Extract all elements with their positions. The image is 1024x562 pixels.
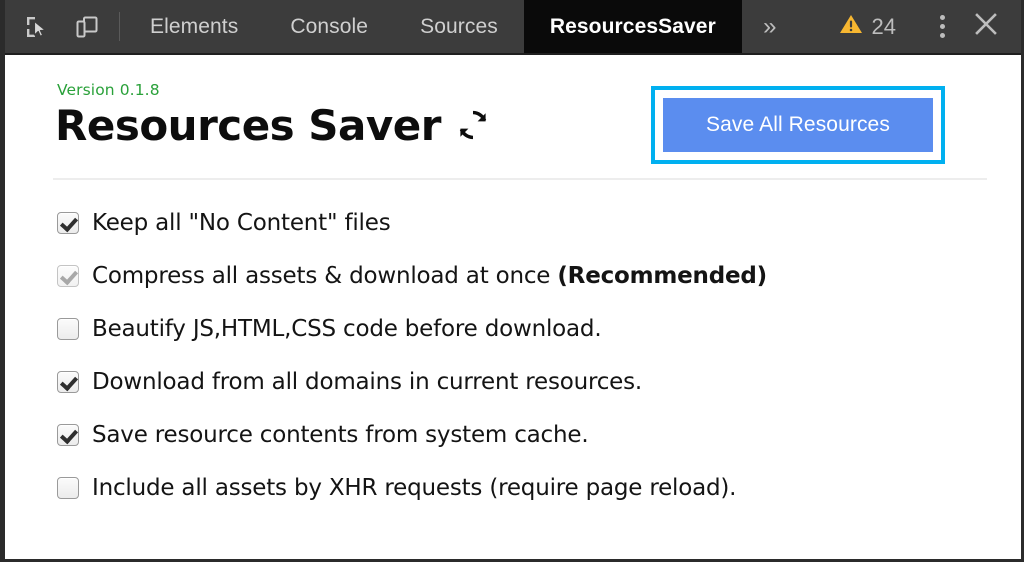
option-label-compress-text: Compress all assets & download at once [92, 262, 558, 289]
devtools-window: Elements Console Sources ResourcesSaver … [0, 0, 1024, 562]
option-label-keep-no-content-files: Keep all "No Content" files [92, 209, 391, 236]
option-label-compress-all-assets: Compress all assets & download at once (… [92, 263, 767, 289]
close-devtools-button[interactable] [963, 5, 1009, 49]
checkbox-save-from-system-cache[interactable] [57, 423, 79, 446]
checkbox-compress-all-assets[interactable] [57, 264, 79, 287]
tab-resourcessaver-label: ResourcesSaver [549, 14, 716, 38]
panel-header: Version 0.1.8 Resources Saver Save All R… [5, 55, 1021, 164]
checkbox-download-all-domains[interactable] [57, 370, 79, 393]
tab-sources-label: Sources [420, 14, 498, 38]
tab-resourcessaver[interactable]: ResourcesSaver [523, 0, 742, 53]
inspect-element-button[interactable] [15, 5, 59, 49]
warning-triangle-icon [839, 13, 863, 40]
option-label-download-all-domains: Download from all domains in current res… [92, 368, 643, 395]
device-toolbar-button[interactable] [65, 5, 109, 49]
checkbox-keep-no-content-files[interactable] [57, 211, 79, 234]
toolbar-right-group: 24 [823, 0, 1021, 53]
option-keep-no-content-files[interactable]: Keep all "No Content" files [57, 196, 1021, 249]
option-beautify-code[interactable]: Beautify JS,HTML,CSS code before downloa… [57, 302, 1021, 355]
page-title-text: Resources Saver [55, 101, 441, 150]
option-label-include-xhr-assets: Include all assets by XHR requests (requ… [92, 474, 737, 501]
option-download-all-domains[interactable]: Download from all domains in current res… [57, 355, 1021, 408]
option-include-xhr-assets[interactable]: Include all assets by XHR requests (requ… [57, 461, 1021, 514]
tab-elements-label: Elements [150, 14, 239, 38]
checkbox-include-xhr-assets[interactable] [57, 476, 79, 499]
option-label-compress-recommended: (Recommended) [557, 262, 767, 289]
option-label-save-from-system-cache: Save resource contents from system cache… [92, 421, 589, 448]
chevron-double-right-icon: » [763, 12, 777, 40]
panel-title-block: Version 0.1.8 Resources Saver [53, 81, 491, 151]
resources-saver-panel: Version 0.1.8 Resources Saver Save All R… [5, 55, 1021, 559]
kebab-dot-icon [939, 33, 945, 38]
refresh-icon[interactable] [455, 107, 491, 151]
warnings-badge[interactable]: 24 [823, 13, 912, 40]
toolbar-divider [119, 12, 120, 41]
warning-count: 24 [871, 13, 896, 39]
kebab-dot-icon [939, 15, 945, 20]
tab-console[interactable]: Console [264, 0, 394, 53]
toolbar-left-icons [5, 0, 115, 53]
tab-sources[interactable]: Sources [394, 0, 524, 53]
device-toolbar-icon [74, 14, 100, 40]
devtools-tab-strip: Elements Console Sources ResourcesSaver … [124, 0, 798, 53]
option-save-from-system-cache[interactable]: Save resource contents from system cache… [57, 408, 1021, 461]
tab-overflow-button[interactable]: » [742, 0, 798, 53]
page-title: Resources Saver [55, 101, 491, 151]
option-label-beautify-code: Beautify JS,HTML,CSS code before downloa… [92, 315, 602, 342]
close-icon [973, 11, 999, 42]
save-all-resources-highlight: Save All Resources [651, 86, 945, 164]
version-label: Version 0.1.8 [57, 81, 160, 99]
checkbox-beautify-code[interactable] [57, 317, 79, 340]
more-options-button[interactable] [921, 5, 963, 49]
options-list: Keep all "No Content" files Compress all… [5, 180, 1021, 514]
option-compress-all-assets[interactable]: Compress all assets & download at once (… [57, 249, 1021, 302]
inspect-element-icon [24, 14, 50, 40]
devtools-toolbar: Elements Console Sources ResourcesSaver … [5, 0, 1021, 55]
tab-elements[interactable]: Elements [124, 0, 264, 53]
save-all-resources-button[interactable]: Save All Resources [663, 98, 933, 152]
tab-console-label: Console [290, 14, 369, 38]
kebab-dot-icon [939, 24, 945, 29]
